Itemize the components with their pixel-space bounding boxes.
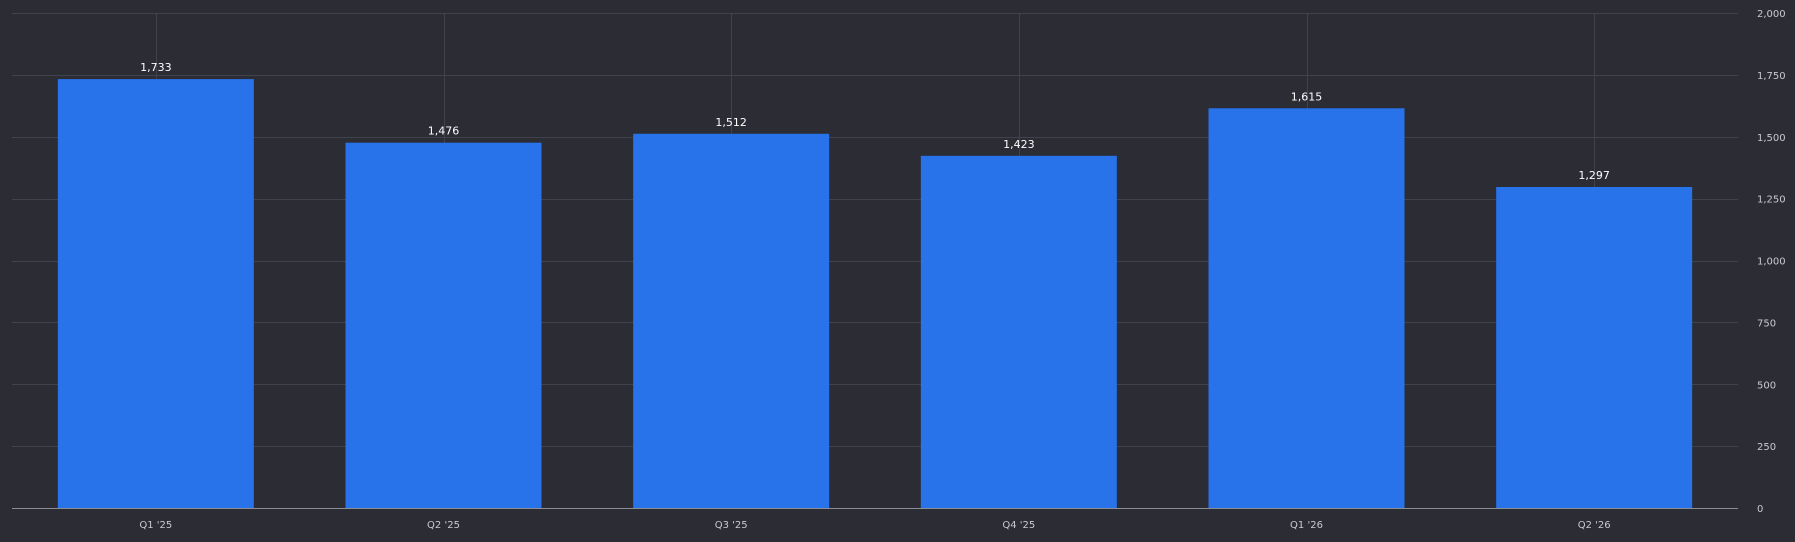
y-tick-label: 1,250 (1757, 195, 1786, 206)
bar (345, 142, 542, 508)
bar-value-label: 1,423 (1003, 138, 1035, 151)
bar-value-label: 1,297 (1578, 169, 1610, 182)
y-tick-label: 1,000 (1757, 257, 1786, 268)
x-tick-label: Q1 '25 (139, 520, 172, 531)
bar (1496, 186, 1693, 508)
y-tick-label: 1,750 (1757, 71, 1786, 82)
x-axis: Q1 '25 Q2 '25 Q3 '25 Q4 '25 Q1 '26 Q2 '26 (12, 508, 1738, 531)
bar (633, 133, 830, 508)
x-tick-label: Q3 '25 (715, 520, 748, 531)
bars-layer (57, 79, 1693, 509)
bar (1208, 108, 1405, 508)
y-tick-label: 750 (1757, 318, 1776, 329)
x-tick-label: Q1 '26 (1290, 520, 1323, 531)
chart-canvas: 1,733 1,476 1,512 1,423 1,615 1,297 Q1 '25 Q2 … (12, 9, 1786, 531)
y-tick-label: 0 (1757, 504, 1763, 515)
bar-value-label: 1,476 (428, 125, 460, 138)
bar-value-label: 1,615 (1291, 90, 1323, 103)
y-axis: 0 250 500 750 1,000 1,250 1,500 1,750 2,000 (1757, 9, 1786, 515)
bar-value-label: 1,733 (140, 61, 172, 74)
bar (57, 79, 254, 509)
x-tick-label: Q4 '25 (1002, 520, 1035, 531)
y-tick-label: 1,500 (1757, 133, 1786, 144)
bar-chart: 1,733 1,476 1,512 1,423 1,615 1,297 Q1 '25 Q2 … (0, 0, 1795, 538)
y-tick-label: 500 (1757, 380, 1776, 391)
bar-value-label: 1,512 (715, 116, 747, 129)
x-tick-label: Q2 '25 (427, 520, 460, 531)
x-tick-label: Q2 '26 (1578, 520, 1611, 531)
grid-layer (12, 13, 1738, 508)
y-tick-label: 250 (1757, 442, 1776, 453)
y-tick-label: 2,000 (1757, 9, 1786, 20)
bar (920, 155, 1117, 508)
